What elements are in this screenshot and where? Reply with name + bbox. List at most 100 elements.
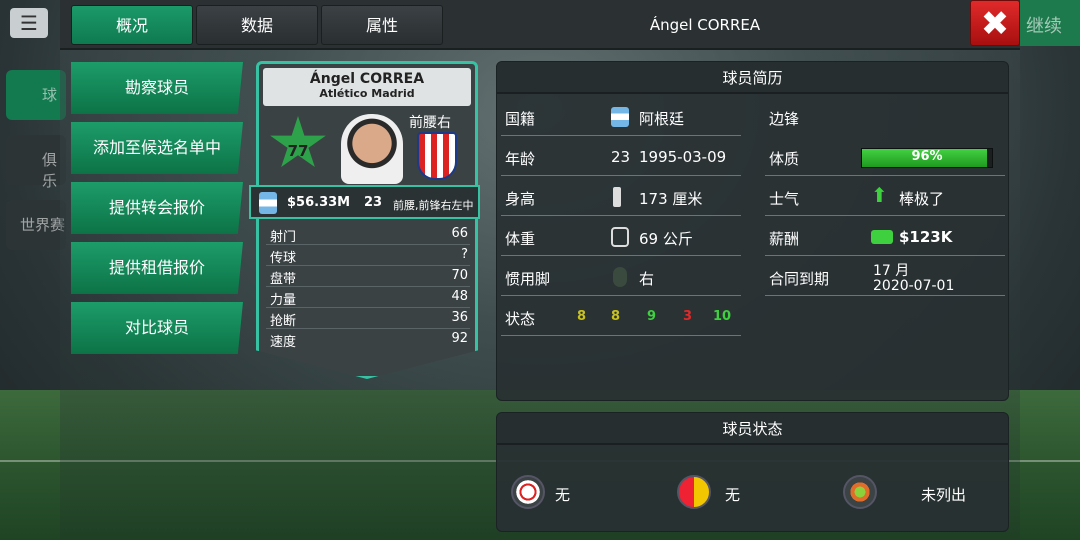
cards-status: 无	[725, 486, 741, 504]
menu-icon[interactable]: ☰	[10, 8, 48, 38]
card-header: Ángel CORREA Atlético Madrid	[263, 68, 471, 106]
compare-player-button[interactable]: 对比球员	[71, 302, 243, 354]
weight-scale-icon	[611, 227, 629, 247]
loan-offer-button[interactable]: 提供租借报价	[71, 242, 243, 294]
player-status-panel: 球员状态 无 无 未列出	[496, 412, 1009, 532]
attribute-value: 48	[451, 289, 468, 304]
fitness-label: 体质	[769, 150, 800, 168]
height-value: 173 厘米	[639, 190, 703, 208]
fitness-row: 体质 96%	[765, 136, 1005, 176]
player-name: Ángel CORREA	[309, 71, 425, 87]
attribute-row: 速度 92	[266, 329, 470, 350]
morale-row: 士气 ⬆ 棒极了	[765, 176, 1005, 216]
foot-label: 惯用脚	[505, 270, 551, 288]
club-crest-icon	[417, 132, 457, 180]
role-row: 边锋	[765, 96, 1005, 136]
attribute-value: 70	[451, 268, 468, 283]
cards-icon	[677, 475, 711, 509]
attribute-row: 盘带 70	[266, 266, 470, 287]
attribute-row: 抢断 36	[266, 308, 470, 329]
attribute-label: 速度	[270, 335, 297, 350]
tab-attributes[interactable]: 属性	[321, 5, 443, 45]
status-header: 球员状态	[497, 413, 1008, 445]
player-position: 前腰右	[409, 115, 451, 131]
value-bar: $56.33M 23 前腰,前锋右左中	[249, 185, 480, 219]
modal-topbar: 概况 数据 属性 Ángel CORREA ✖	[60, 0, 1020, 50]
argentina-flag-icon	[611, 107, 629, 127]
transfer-list-icon	[843, 475, 877, 509]
attribute-value: ?	[461, 247, 468, 262]
market-value: $56.33M	[287, 195, 351, 210]
close-icon: ✖	[980, 4, 1010, 44]
player-avatar	[341, 114, 403, 184]
transfer-offer-button[interactable]: 提供转会报价	[71, 182, 243, 234]
age-row: 年龄 23 1995-03-09	[501, 136, 741, 176]
tab-stats[interactable]: 数据	[196, 5, 318, 45]
player-age: 23	[364, 195, 383, 210]
salary-label: 薪酬	[769, 230, 800, 248]
close-button[interactable]: ✖	[970, 0, 1020, 46]
player-rating: 77	[287, 142, 309, 160]
footprint-icon	[613, 267, 627, 287]
birth-date: 1995-03-09	[639, 148, 727, 166]
foot-row: 惯用脚 右	[501, 256, 741, 296]
nationality-value: 阿根廷	[639, 110, 685, 128]
scout-player-button[interactable]: 勘察球员	[71, 62, 243, 114]
attribute-label: 力量	[270, 293, 297, 308]
attribute-label: 传球	[270, 251, 297, 266]
form-label: 状态	[505, 310, 536, 328]
foot-value: 右	[639, 270, 655, 288]
age-label: 年龄	[505, 150, 536, 168]
height-ruler-icon	[613, 187, 621, 207]
attribute-label: 射门	[270, 230, 297, 245]
attribute-row: 射门 66	[266, 224, 470, 245]
form-value: 8	[577, 309, 587, 324]
add-to-shortlist-button[interactable]: 添加至候选名单中	[71, 122, 243, 174]
weight-label: 体重	[505, 230, 536, 248]
attribute-row: 力量 48	[266, 287, 470, 308]
modal-title: Ángel CORREA	[649, 16, 761, 34]
tab-overview[interactable]: 概况	[71, 5, 193, 45]
argentina-flag-icon	[259, 192, 277, 214]
contract-remaining: 17 月	[873, 263, 910, 279]
player-bio-panel: 球员简历 国籍 阿根廷 年龄 23 1995-03-09 身高 173 厘米 体…	[496, 61, 1009, 401]
continue-button: 继续	[1020, 0, 1080, 46]
transfer-list-status: 未列出	[921, 486, 967, 504]
contract-date: 2020-07-01	[873, 278, 955, 294]
attribute-label: 盘带	[270, 272, 297, 287]
contract-label: 合同到期	[769, 270, 830, 288]
attribute-value: 36	[451, 310, 468, 325]
form-value: 10	[713, 309, 732, 324]
age-value: 23	[611, 148, 631, 166]
height-row: 身高 173 厘米	[501, 176, 741, 216]
continue-label: 继续	[1026, 16, 1062, 37]
role-label: 边锋	[769, 110, 800, 128]
attribute-value: 66	[451, 226, 468, 241]
injury-icon	[511, 475, 545, 509]
morale-label: 士气	[769, 190, 800, 208]
player-profile-modal: 概况 数据 属性 Ángel CORREA ✖ 勘察球员 添加至候选名单中 提供…	[60, 0, 1020, 540]
form-value: 3	[683, 309, 693, 324]
morale-value: 棒极了	[899, 190, 945, 208]
contract-row: 合同到期 17 月 2020-07-01	[765, 256, 1005, 296]
form-value: 8	[611, 309, 621, 324]
background-menu-item: 球	[6, 70, 66, 120]
form-value: 9	[647, 309, 657, 324]
bio-header: 球员简历	[497, 62, 1008, 94]
salary-value: $123K	[899, 228, 953, 246]
fitness-value: 96%	[911, 149, 943, 164]
weight-row: 体重 69 公斤	[501, 216, 741, 256]
morale-up-arrow-icon: ⬆	[871, 183, 888, 207]
background-menu-item: 世界赛	[6, 200, 66, 250]
club-name: Atlético Madrid	[319, 87, 415, 100]
nationality-row: 国籍 阿根廷	[501, 96, 741, 136]
money-icon	[871, 230, 893, 244]
attribute-value: 92	[451, 331, 468, 346]
nationality-label: 国籍	[505, 110, 536, 128]
background-menu-item: 俱乐	[6, 135, 66, 190]
player-positions: 前腰,前锋右左中	[393, 199, 474, 212]
injury-status: 无	[555, 486, 571, 504]
form-row: 状态 8 8 9 3 10	[501, 296, 741, 336]
salary-row: 薪酬 $123K	[765, 216, 1005, 256]
height-label: 身高	[505, 190, 536, 208]
